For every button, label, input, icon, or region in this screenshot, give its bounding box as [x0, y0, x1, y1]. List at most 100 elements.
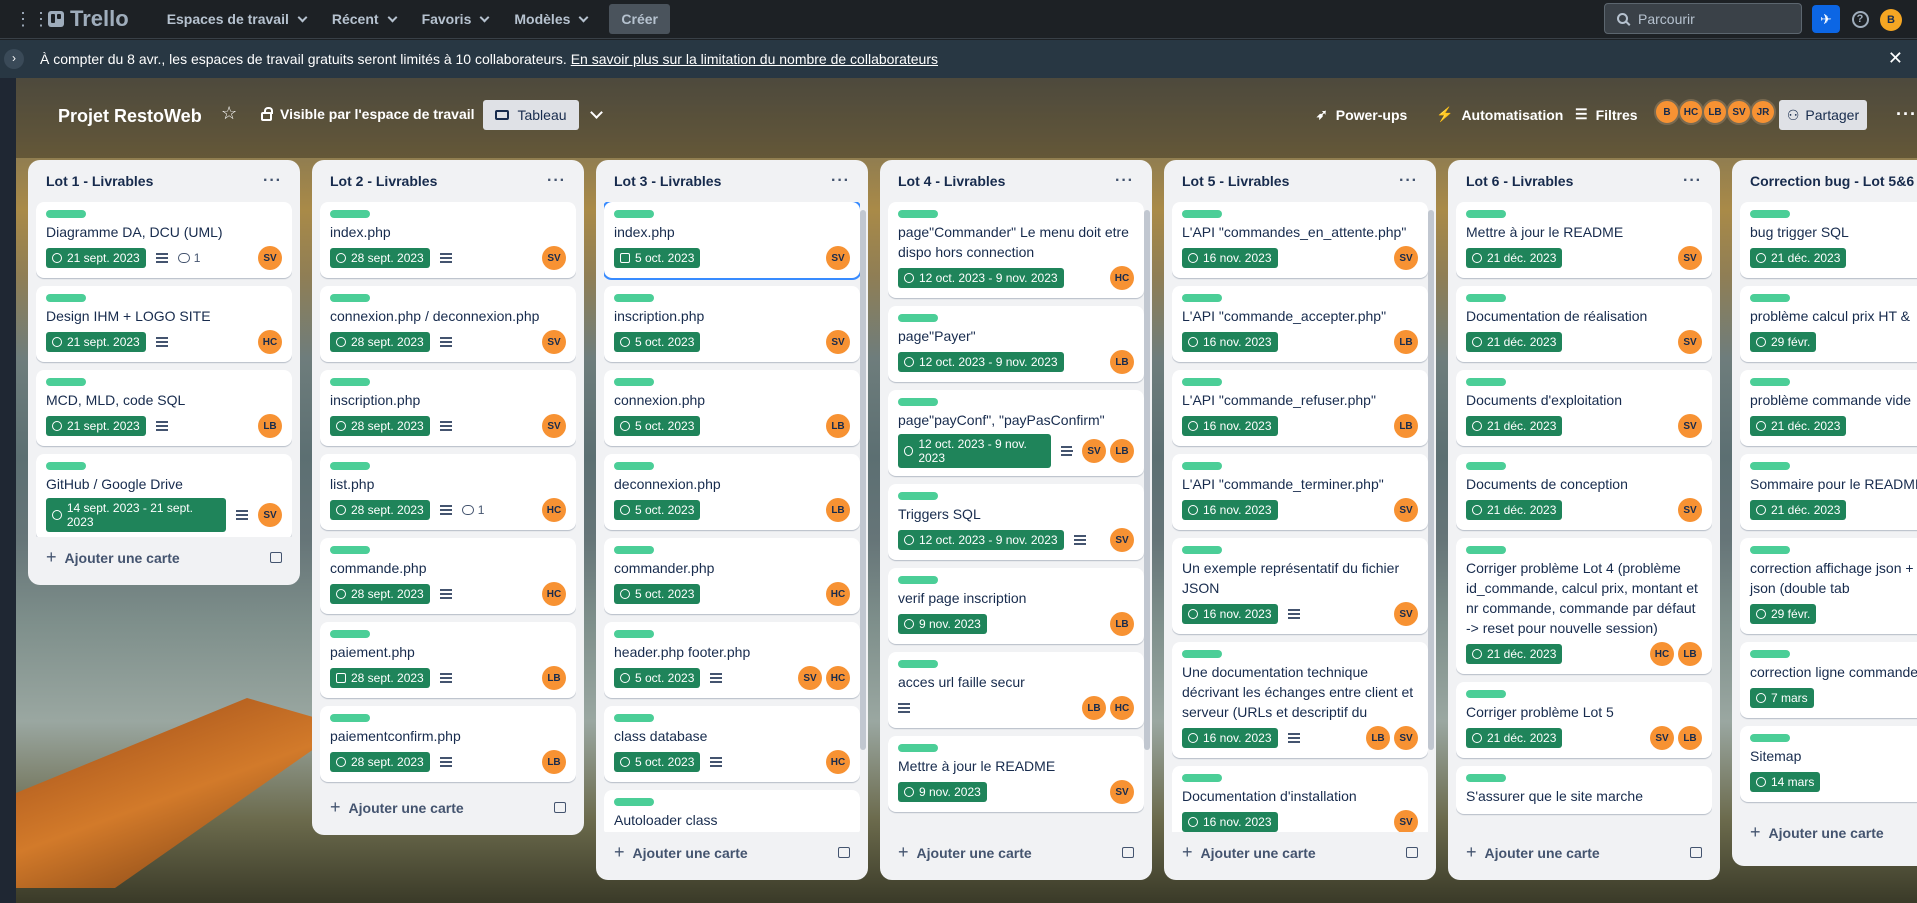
sidebar-expand-icon[interactable]: ›	[4, 49, 24, 69]
add-card-button[interactable]: + Ajouter une carte	[36, 537, 292, 577]
due-date-badge[interactable]: 7 mars	[1750, 688, 1814, 708]
due-date-badge[interactable]: 14 sept. 2023 - 21 sept. 2023	[46, 498, 227, 532]
avatar[interactable]: SV	[1394, 246, 1418, 270]
list-title[interactable]: Lot 4 - Livrables	[898, 173, 1005, 189]
avatar[interactable]: LB	[1110, 350, 1134, 374]
card[interactable]: Autoloader class	[604, 790, 860, 832]
list-header[interactable]: Correction bug - Lot 5&6···	[1740, 160, 1917, 202]
due-date-badge[interactable]: 5 oct. 2023	[614, 752, 701, 772]
due-date-badge[interactable]: 28 sept. 2023	[330, 248, 430, 268]
list-header[interactable]: Lot 5 - Livrables ···	[1172, 160, 1428, 202]
card-label[interactable]	[898, 576, 938, 584]
card-label[interactable]	[330, 714, 370, 722]
due-date-badge[interactable]: 21 déc. 2023	[1750, 248, 1847, 268]
add-card-button[interactable]: + Ajouter une carte	[1172, 832, 1428, 872]
avatar[interactable]: SV	[1678, 498, 1702, 522]
star-icon[interactable]: ☆	[221, 103, 237, 124]
card[interactable]: connexion.php 5 oct. 2023 LB	[604, 370, 860, 446]
card[interactable]: inscription.php 5 oct. 2023 SV	[604, 286, 860, 362]
avatar[interactable]: HC	[826, 750, 850, 774]
avatar[interactable]: SV	[826, 330, 850, 354]
powerups-button[interactable]: ➶ Power-ups	[1316, 106, 1407, 123]
template-icon[interactable]	[554, 801, 566, 813]
card[interactable]: page"Commander" Le menu doit etre dispo …	[888, 202, 1144, 298]
list-title[interactable]: Lot 2 - Livrables	[330, 173, 437, 189]
avatar[interactable]: LB	[1110, 612, 1134, 636]
more-icon[interactable]: ···	[1399, 172, 1418, 190]
card-label[interactable]	[330, 630, 370, 638]
avatar[interactable]: JR	[1750, 99, 1776, 125]
list-header[interactable]: Lot 4 - Livrables ···	[888, 160, 1144, 202]
list-scrollbar[interactable]	[860, 210, 866, 750]
card-label[interactable]	[614, 714, 654, 722]
card[interactable]: Documents d'exploitation 21 déc. 2023 SV	[1456, 370, 1712, 446]
add-card-button[interactable]: + Ajouter une carte	[888, 832, 1144, 872]
card[interactable]: Mettre à jour le README 21 déc. 2023 SV	[1456, 202, 1712, 278]
avatar[interactable]: SV	[1394, 726, 1418, 750]
card[interactable]: L'API "commande_refuser.php" 16 nov. 2023…	[1172, 370, 1428, 446]
due-date-badge[interactable]: 16 nov. 2023	[1182, 500, 1278, 520]
avatar[interactable]: SV	[1082, 439, 1106, 463]
avatar[interactable]: SV	[1650, 726, 1674, 750]
due-date-badge[interactable]: 28 sept. 2023	[330, 332, 430, 352]
card[interactable]: bug trigger SQL 21 déc. 2023	[1740, 202, 1917, 278]
avatar[interactable]: SV	[1394, 498, 1418, 522]
list-header[interactable]: Lot 1 - Livrables ···	[36, 160, 292, 202]
card-label[interactable]	[1182, 378, 1222, 386]
card[interactable]: Une documentation technique décrivant le…	[1172, 642, 1428, 758]
list-header[interactable]: Lot 2 - Livrables ···	[320, 160, 576, 202]
card-label[interactable]	[614, 546, 654, 554]
card[interactable]: correction ligne commande Code) 7 mars	[1740, 642, 1917, 718]
avatar[interactable]: SV	[1110, 528, 1134, 552]
menu-templates[interactable]: Modèles	[504, 3, 597, 35]
card[interactable]: Mettre à jour le README 9 nov. 2023 SV	[888, 736, 1144, 812]
due-date-badge[interactable]: 29 févr.	[1750, 604, 1817, 624]
due-date-badge[interactable]: 16 nov. 2023	[1182, 728, 1278, 748]
avatar[interactable]: B	[1654, 99, 1680, 125]
card-label[interactable]	[898, 492, 938, 500]
due-date-badge[interactable]: 21 sept. 2023	[46, 332, 146, 352]
card[interactable]: problème calcul prix HT & 29 févr.	[1740, 286, 1917, 362]
due-date-badge[interactable]: 5 oct. 2023	[614, 500, 701, 520]
menu-workspaces[interactable]: Espaces de travail	[157, 3, 316, 35]
list-header[interactable]: Lot 6 - Livrables ···	[1456, 160, 1712, 202]
card[interactable]: Design IHM + LOGO SITE 21 sept. 2023 HC	[36, 286, 292, 362]
card[interactable]: connexion.php / deconnexion.php 28 sept. …	[320, 286, 576, 362]
due-date-badge[interactable]: 16 nov. 2023	[1182, 248, 1278, 268]
card[interactable]: paiementconfirm.php 28 sept. 2023 LB	[320, 706, 576, 782]
card[interactable]: MCD, MLD, code SQL 21 sept. 2023 LB	[36, 370, 292, 446]
avatar[interactable]: LB	[542, 750, 566, 774]
card[interactable]: L'API "commandes_en_attente.php" 16 nov. …	[1172, 202, 1428, 278]
avatar[interactable]: SV	[258, 503, 282, 527]
card-label[interactable]	[614, 210, 654, 218]
due-date-badge[interactable]: 21 déc. 2023	[1750, 416, 1847, 436]
card[interactable]: Triggers SQL 12 oct. 2023 - 9 nov. 2023 SV	[888, 484, 1144, 560]
card[interactable]: L'API "commande_terminer.php" 16 nov. 202…	[1172, 454, 1428, 530]
card-label[interactable]	[1182, 650, 1222, 658]
card[interactable]: paiement.php 28 sept. 2023 LB	[320, 622, 576, 698]
avatar[interactable]: LB	[1678, 642, 1702, 666]
avatar[interactable]: SV	[1678, 330, 1702, 354]
card[interactable]: Diagramme DA, DCU (UML) 21 sept. 2023 1 SV	[36, 202, 292, 278]
template-icon[interactable]	[1406, 846, 1418, 858]
avatar[interactable]: SV	[1394, 602, 1418, 626]
list-title[interactable]: Lot 6 - Livrables	[1466, 173, 1573, 189]
avatar[interactable]: SV	[1726, 99, 1752, 125]
due-date-badge[interactable]: 21 déc. 2023	[1466, 728, 1563, 748]
card[interactable]: Corriger problème Lot 5 21 déc. 2023 SV LB	[1456, 682, 1712, 758]
avatar[interactable]: HC	[258, 330, 282, 354]
card-label[interactable]	[1750, 650, 1790, 658]
card-label[interactable]	[1466, 378, 1506, 386]
card[interactable]: deconnexion.php 5 oct. 2023 LB	[604, 454, 860, 530]
avatar[interactable]: LB	[1366, 726, 1390, 750]
more-icon[interactable]: ···	[263, 172, 282, 190]
card-label[interactable]	[1750, 294, 1790, 302]
avatar[interactable]: HC	[826, 666, 850, 690]
list-title[interactable]: Lot 3 - Livrables	[614, 173, 721, 189]
due-date-badge[interactable]: 9 nov. 2023	[898, 782, 987, 802]
due-date-badge[interactable]: 29 févr.	[1750, 332, 1817, 352]
due-date-badge[interactable]: 28 sept. 2023	[330, 752, 430, 772]
due-date-badge[interactable]: 5 oct. 2023	[614, 248, 701, 268]
card[interactable]: header.php footer.php 5 oct. 2023 SV HC	[604, 622, 860, 698]
due-date-badge[interactable]: 16 nov. 2023	[1182, 416, 1278, 436]
